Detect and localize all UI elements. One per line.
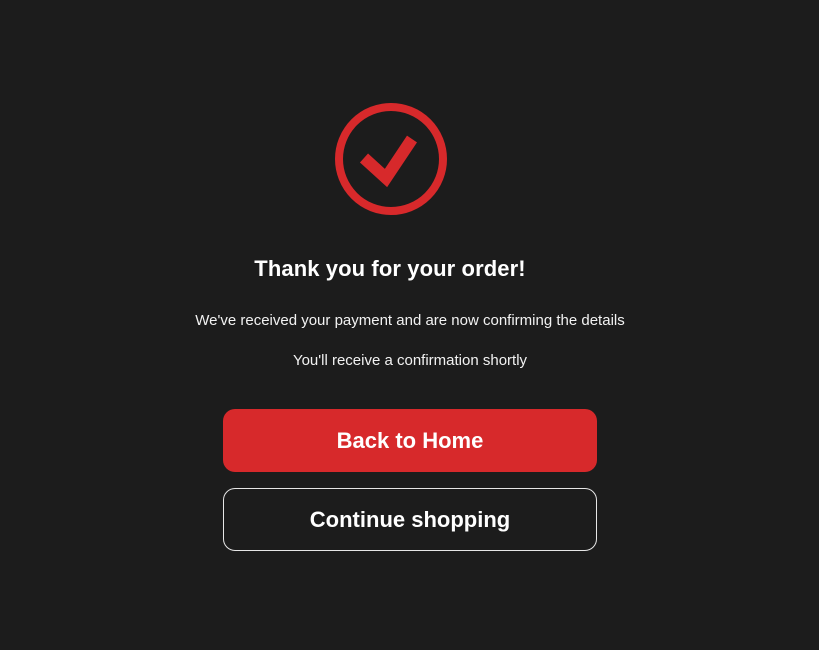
back-to-home-button[interactable]: Back to Home: [223, 409, 597, 472]
continue-shopping-button[interactable]: Continue shopping: [223, 488, 597, 551]
payment-received-message: We've received your payment and are now …: [195, 312, 625, 329]
order-confirmation-page: Thank you for your order! We've received…: [0, 0, 819, 650]
check-circle-icon: [333, 101, 449, 217]
page-title: Thank you for your order!: [254, 256, 526, 281]
confirmation-shortly-message: You'll receive a confirmation shortly: [292, 352, 528, 369]
